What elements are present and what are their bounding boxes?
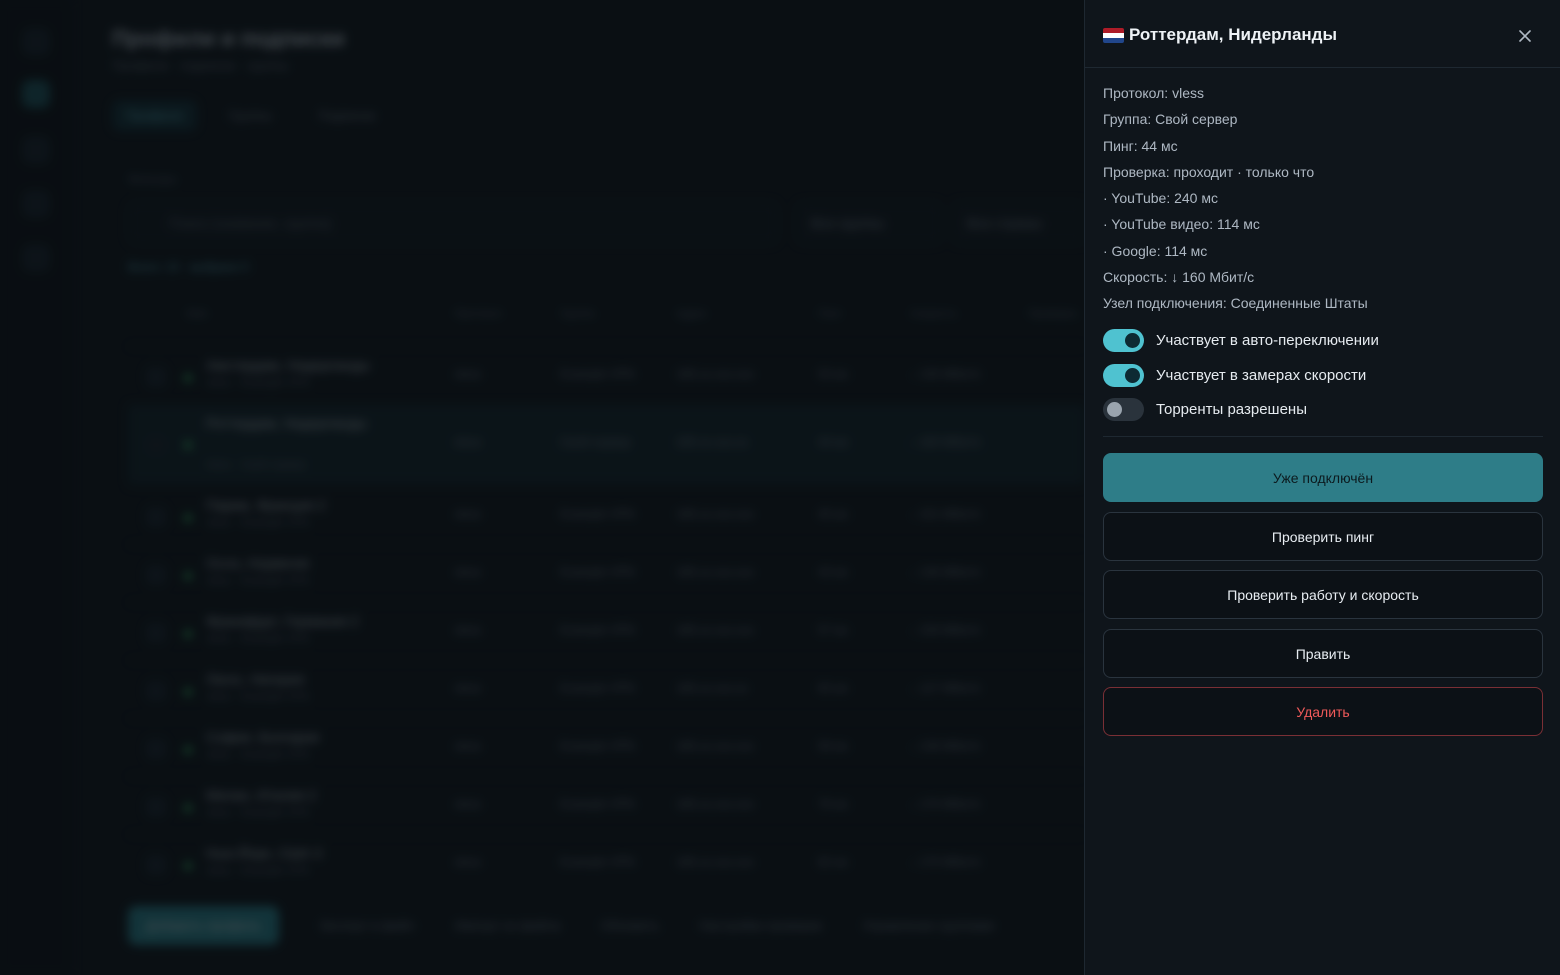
torrents-toggle[interactable] bbox=[1103, 398, 1144, 422]
info-youtube: · YouTube: 240 мс bbox=[1103, 190, 1218, 207]
auto-switch-toggle[interactable] bbox=[1103, 329, 1144, 352]
netherlands-flag-icon bbox=[1103, 28, 1124, 43]
toggle-knob bbox=[1125, 333, 1140, 348]
edit-button[interactable]: Править bbox=[1103, 629, 1543, 678]
close-icon bbox=[1519, 30, 1531, 42]
info-check: Проверка: проходит · только что bbox=[1103, 163, 1315, 180]
check-speed-button[interactable]: Проверить работу и скорость bbox=[1103, 570, 1543, 619]
info-group: Группа: Свой сервер bbox=[1103, 111, 1238, 128]
divider bbox=[1103, 436, 1543, 437]
info-google: · Google: 114 мс bbox=[1103, 242, 1208, 259]
panel-header: Роттердам, Нидерланды bbox=[1085, 0, 1560, 68]
info-speed: Скорость: ↓ 160 Мбит/с bbox=[1103, 269, 1255, 286]
torrents-label: Торренты разрешены bbox=[1156, 401, 1307, 419]
already-connected-button[interactable]: Уже подключён bbox=[1103, 453, 1543, 502]
modal-overlay[interactable] bbox=[0, 0, 1084, 975]
auto-switch-label: Участвует в авто-переключении bbox=[1156, 332, 1379, 349]
app-window: Профили и подписки Профили · подписки · … bbox=[0, 0, 1560, 975]
profile-details-panel: Роттердам, Нидерланды Протокол: vless Гр… bbox=[1084, 0, 1560, 975]
profile-info: Протокол: vless Группа: Свой сервер Пинг… bbox=[1103, 82, 1368, 319]
speed-tests-toggle[interactable] bbox=[1103, 363, 1144, 387]
panel-title: Роттердам, Нидерланды bbox=[1129, 25, 1337, 44]
info-ping: Пинг: 44 мс bbox=[1103, 137, 1178, 154]
delete-button[interactable]: Удалить bbox=[1103, 687, 1543, 736]
speed-tests-label: Участвует в замерах скорости bbox=[1156, 366, 1367, 384]
flag-stripe-blue bbox=[1103, 38, 1124, 43]
info-youtube-video: · YouTube видео: 114 мс bbox=[1103, 216, 1260, 233]
info-node: Узел подключения: Соединенные Штаты bbox=[1103, 295, 1368, 312]
toggle-knob bbox=[1125, 367, 1140, 383]
toggle-knob bbox=[1107, 402, 1122, 418]
info-protocol: Протокол: vless bbox=[1103, 85, 1204, 101]
close-button[interactable] bbox=[1513, 24, 1537, 48]
check-ping-button[interactable]: Проверить пинг bbox=[1103, 512, 1543, 561]
